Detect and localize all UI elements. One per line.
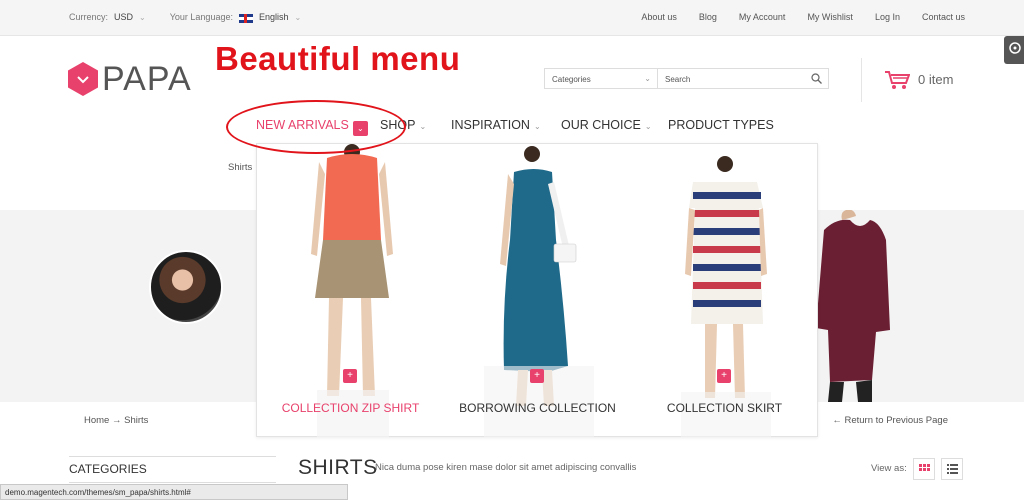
- list-view-button[interactable]: [941, 458, 963, 480]
- settings-icon: [1009, 42, 1021, 54]
- top-bar: Currency: USD ⌄ Your Language: English ⌄…: [0, 0, 1024, 36]
- nav-item-label: PRODUCT TYPES: [668, 118, 774, 132]
- divider: [69, 482, 276, 483]
- link-my-wishlist[interactable]: My Wishlist: [807, 12, 853, 22]
- chevron-down-icon: ⌄: [644, 74, 651, 83]
- nav-item-inspiration[interactable]: INSPIRATION ⌄: [451, 118, 541, 132]
- search-icon[interactable]: [811, 73, 822, 84]
- product-image-borrowing-collection: [484, 146, 594, 438]
- product-card[interactable]: + BORROWING COLLECTION: [444, 144, 631, 438]
- link-blog[interactable]: Blog: [699, 12, 717, 22]
- nav-item-product-types[interactable]: PRODUCT TYPES: [668, 118, 774, 132]
- category-select[interactable]: Categories ⌄: [544, 68, 658, 89]
- product-label-borrowing-collection[interactable]: BORROWING COLLECTION: [444, 401, 631, 415]
- link-about-us[interactable]: About us: [641, 12, 677, 22]
- plus-icon[interactable]: +: [717, 369, 731, 383]
- avatar: [149, 250, 223, 324]
- breadcrumb-home[interactable]: Home → Shirts: [84, 415, 148, 426]
- annotation-text: Beautiful menu: [215, 40, 461, 77]
- nav-item-our-choice[interactable]: OUR CHOICE ⌄: [561, 118, 652, 132]
- logo-text[interactable]: PAPA: [102, 60, 192, 99]
- link-my-account[interactable]: My Account: [739, 12, 786, 22]
- view-as-label: View as:: [871, 463, 907, 474]
- language-label: Your Language:: [169, 12, 233, 22]
- cart-count[interactable]: 0 item: [918, 72, 953, 87]
- logo-hexagon-icon[interactable]: [68, 62, 98, 96]
- grid-icon: [919, 464, 930, 471]
- page-description: Nica duma pose kiren mase dolor sit amet…: [375, 462, 637, 473]
- product-label-collection-skirt[interactable]: COLLECTION SKIRT: [631, 401, 818, 415]
- header-divider: [861, 58, 862, 102]
- nav-item-label: INSPIRATION: [451, 118, 530, 132]
- link-contact-us[interactable]: Contact us: [922, 12, 965, 22]
- link-log-in[interactable]: Log In: [875, 12, 900, 22]
- uk-flag-icon: [238, 13, 253, 23]
- product-card[interactable]: + COLLECTION ZIP SHIRT: [257, 144, 444, 438]
- return-link[interactable]: ← Return to Previous Page: [832, 415, 948, 426]
- grid-view-button[interactable]: [913, 458, 935, 480]
- chevron-down-icon[interactable]: ⌄: [295, 13, 302, 22]
- side-tool-tab[interactable]: [1004, 36, 1024, 64]
- mega-menu-dropdown: + COLLECTION ZIP SHIRT + BORROWING COLLE…: [256, 143, 818, 438]
- divider: [69, 456, 276, 457]
- status-bar-url: demo.magentech.com/themes/sm_papa/shirts…: [0, 484, 348, 500]
- chevron-down-icon: ⌄: [644, 122, 652, 131]
- annotation-ellipse: [226, 100, 406, 154]
- sweater-product-image: [816, 210, 890, 402]
- product-image-zip-shirt: [311, 144, 393, 438]
- categories-heading: CATEGORIES: [69, 462, 147, 476]
- currency-label: Currency:: [69, 12, 109, 22]
- language-value[interactable]: English: [259, 12, 289, 22]
- product-image-collection-skirt: [681, 156, 771, 438]
- currency-value[interactable]: USD: [114, 12, 133, 22]
- chevron-down-icon[interactable]: ⌄: [139, 13, 146, 22]
- list-icon: [947, 464, 958, 474]
- chevron-down-icon: ⌄: [533, 122, 541, 131]
- plus-icon[interactable]: +: [530, 369, 544, 383]
- category-crumb[interactable]: Shirts: [228, 162, 252, 173]
- search-placeholder: Search: [665, 75, 691, 84]
- category-select-value: Categories: [552, 75, 591, 84]
- search-input[interactable]: Search: [658, 68, 829, 89]
- nav-item-label: OUR CHOICE: [561, 118, 641, 132]
- chevron-down-icon: ⌄: [419, 122, 427, 131]
- cart-icon[interactable]: [884, 70, 910, 90]
- page-title: SHIRTS: [298, 456, 378, 479]
- plus-icon[interactable]: +: [343, 369, 357, 383]
- product-card[interactable]: + COLLECTION SKIRT: [631, 144, 818, 438]
- product-label-zip-shirt[interactable]: COLLECTION ZIP SHIRT: [257, 401, 444, 415]
